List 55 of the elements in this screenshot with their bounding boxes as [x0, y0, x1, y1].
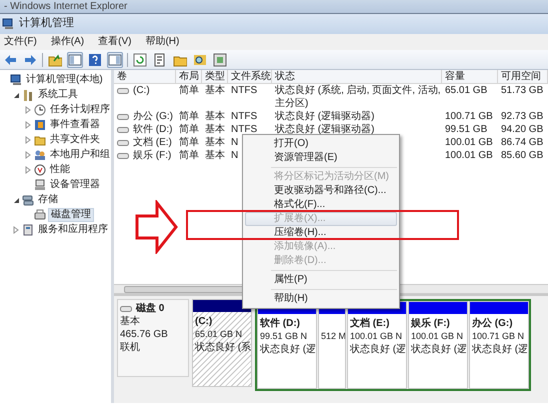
table-cell-text: 86.74 GB: [500, 136, 544, 149]
table-cell-text: 简单: [178, 136, 200, 149]
table-cell-text: 100.71 GB: [444, 110, 494, 123]
table-cell-text: 92.73 GB: [500, 110, 544, 123]
table-cell-text: NTFS: [230, 123, 258, 136]
disk-name: 磁盘 0: [136, 302, 164, 315]
table-cell-text: 100.01 GB: [444, 149, 494, 162]
table-cell-text: NTFS: [230, 110, 258, 123]
table-cell-text: 100.01 GB: [444, 136, 494, 149]
partition-status: 状态良好 (逻: [411, 343, 466, 356]
table-cell-text: 状态良好 (逻辑驱动器): [274, 123, 376, 136]
partition-size: 99.51 GB N: [260, 330, 308, 343]
partition-label: (C:): [195, 315, 214, 328]
disk-info-text: 465.76 GB: [120, 328, 169, 341]
disk-info-text: 联机: [120, 341, 141, 354]
table-cell-text: 简单: [178, 110, 200, 123]
partition-status: 状态良好 (逻: [260, 343, 315, 356]
table-cell-text: N: [230, 149, 240, 162]
partition-label: 文档 (E:): [350, 317, 390, 330]
partition-label: 娱乐 (F:): [411, 317, 451, 330]
partition-size: 100.01 GB N: [350, 330, 404, 343]
browser-title: - Windows Internet Explorer: [0, 0, 548, 14]
table-cell-text: 简单: [178, 123, 200, 136]
table-cell-text: 简单: [178, 149, 200, 162]
table-cell-text: 99.51 GB: [444, 123, 488, 136]
partition-label: 办公 (G:): [472, 317, 514, 330]
table-cell: (C:): [133, 84, 150, 97]
disk-info-text: 基本: [120, 315, 141, 328]
table-cell: 软件 (D:): [133, 123, 172, 136]
table-cell-text: N: [230, 136, 240, 149]
table-cell: 娱乐 (F:): [133, 149, 172, 162]
partition-size: 100.71 GB N: [472, 330, 526, 343]
table-cell-text: 简单: [178, 84, 200, 97]
partition-size: 512 M: [321, 330, 344, 343]
table-cell-text: 基本: [204, 123, 226, 136]
table-cell-text: 基本: [204, 110, 226, 123]
table-cell-text: 状态良好 (系统, 启动, 页面文件, 活动, 主分区): [274, 84, 442, 110]
partition-status: 状态良好 (逻: [350, 343, 405, 356]
partition-label: 软件 (D:): [260, 317, 301, 330]
table-cell-text: 94.20 GB: [500, 123, 544, 136]
table-cell-text: NTFS: [230, 84, 258, 97]
table-cell-text: 85.60 GB: [500, 149, 544, 162]
table-cell: 办公 (G:): [133, 110, 173, 123]
table-cell: 文档 (E:): [133, 136, 172, 149]
partition-size: 65.01 GB N: [195, 328, 244, 341]
table-cell-text: 65.01 GB: [444, 84, 488, 97]
table-cell-text: 基本: [204, 84, 226, 97]
table-cell-text: 基本: [204, 136, 226, 149]
table-cell-text: 基本: [204, 149, 226, 162]
partition-status: 状态良好 (逻: [472, 343, 527, 356]
table-cell-text: 状态良好 (逻辑驱动器): [274, 110, 376, 123]
partition-status: 状态良好 (系: [195, 341, 250, 354]
window-title: 计算机管理: [19, 17, 74, 31]
partition-size: 100.01 GB N: [411, 330, 464, 343]
table-cell-text: 51.73 GB: [500, 84, 544, 97]
